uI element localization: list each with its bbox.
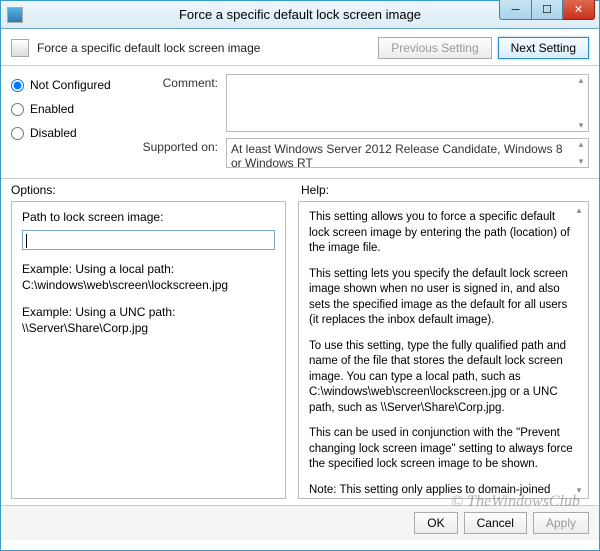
title-bar: Force a specific default lock screen ima… [1, 1, 599, 29]
help-paragraph: This setting lets you specify the defaul… [309, 267, 578, 329]
example-unc-title: Example: Using a UNC path: [22, 305, 275, 321]
example-unc-value: \\Server\Share\Corp.jpg [22, 321, 275, 337]
policy-icon [11, 39, 29, 57]
header-row: Force a specific default lock screen ima… [1, 29, 599, 66]
example-local: Example: Using a local path: C:\windows\… [22, 262, 275, 293]
radio-enabled-input[interactable] [11, 103, 24, 116]
example-local-title: Example: Using a local path: [22, 262, 275, 278]
supported-textbox: At least Windows Server 2012 Release Can… [226, 138, 589, 168]
supported-scroll[interactable]: ▴▾ [574, 139, 588, 167]
section-labels: Options: Help: [1, 179, 599, 199]
apply-button[interactable]: Apply [533, 512, 589, 534]
help-paragraph: This setting allows you to force a speci… [309, 210, 578, 257]
cancel-button[interactable]: Cancel [464, 512, 527, 534]
help-paragraph: To use this setting, type the fully qual… [309, 339, 578, 417]
supported-label: Supported on: [141, 138, 226, 168]
supported-value: At least Windows Server 2012 Release Can… [231, 142, 563, 170]
path-label: Path to lock screen image: [22, 210, 275, 224]
radio-enabled-label: Enabled [30, 102, 74, 116]
example-local-value: C:\windows\web\screen\lockscreen.jpg [22, 278, 275, 294]
options-panel: Path to lock screen image: Example: Usin… [11, 201, 286, 499]
example-unc: Example: Using a UNC path: \\Server\Shar… [22, 305, 275, 336]
help-panel: This setting allows you to force a speci… [298, 201, 589, 499]
dialog-footer: OK Cancel Apply [1, 505, 599, 540]
help-section-label: Help: [281, 183, 329, 197]
next-setting-button[interactable]: Next Setting [498, 37, 589, 59]
help-paragraph: This can be used in conjunction with the… [309, 426, 578, 473]
window-title: Force a specific default lock screen ima… [1, 7, 599, 22]
radio-disabled[interactable]: Disabled [11, 126, 141, 140]
radio-not-configured-input[interactable] [11, 79, 24, 92]
help-scroll[interactable]: ▴▾ [572, 204, 586, 496]
radio-disabled-label: Disabled [30, 126, 77, 140]
previous-setting-button[interactable]: Previous Setting [378, 37, 491, 59]
config-area: Not Configured Enabled Disabled Comment:… [1, 66, 599, 179]
options-section-label: Options: [11, 183, 281, 197]
comment-textbox[interactable]: ▴▾ [226, 74, 589, 132]
radio-not-configured[interactable]: Not Configured [11, 78, 141, 92]
help-paragraph: Note: This setting only applies to domai… [309, 483, 578, 499]
comment-label: Comment: [141, 74, 226, 132]
policy-title: Force a specific default lock screen ima… [37, 41, 260, 55]
radio-enabled[interactable]: Enabled [11, 102, 141, 116]
radio-not-configured-label: Not Configured [30, 78, 111, 92]
ok-button[interactable]: OK [414, 512, 457, 534]
text-caret [26, 234, 27, 248]
comment-scroll[interactable]: ▴▾ [574, 75, 588, 131]
radio-disabled-input[interactable] [11, 127, 24, 140]
path-input[interactable] [22, 230, 275, 250]
